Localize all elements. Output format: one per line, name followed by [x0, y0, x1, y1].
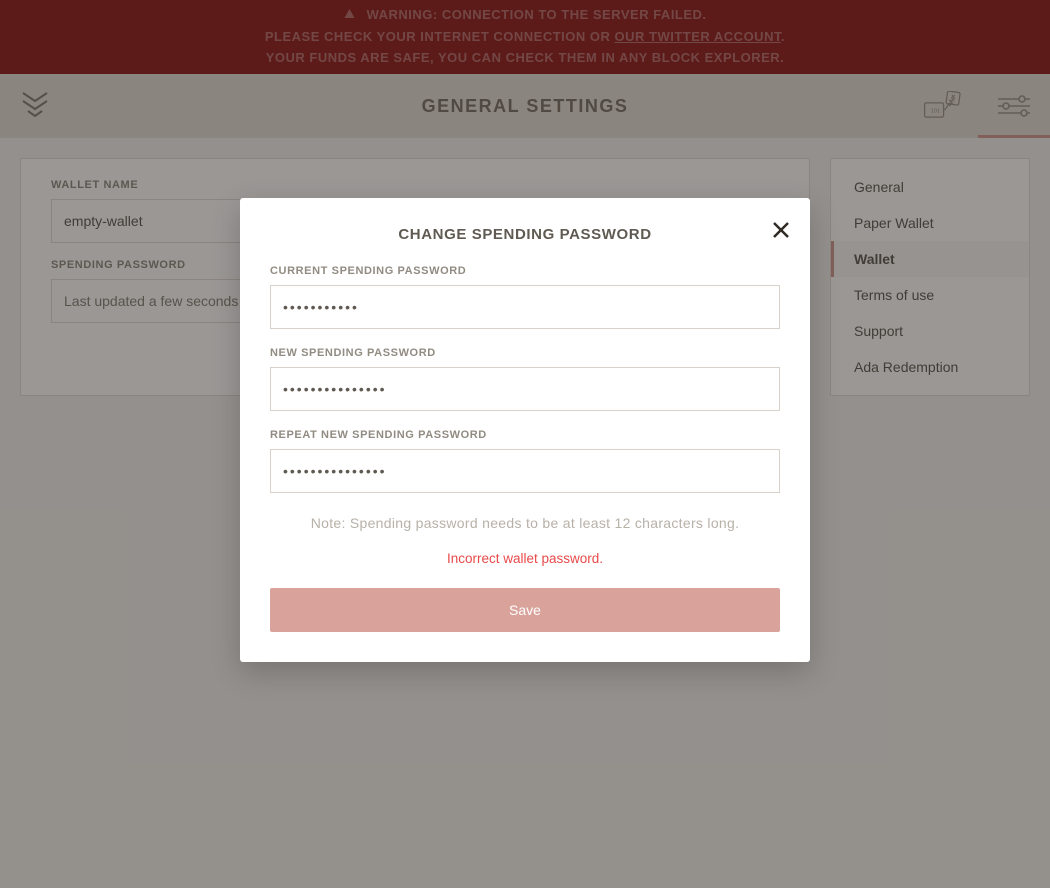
new-password-label: NEW SPENDING PASSWORD: [270, 347, 780, 359]
repeat-password-label: REPEAT NEW SPENDING PASSWORD: [270, 429, 780, 441]
new-password-input[interactable]: [270, 367, 780, 411]
change-spending-password-modal: CHANGE SPENDING PASSWORD CURRENT SPENDIN…: [240, 198, 810, 662]
close-icon[interactable]: [772, 220, 790, 244]
current-password-input[interactable]: [270, 285, 780, 329]
incorrect-password-error: Incorrect wallet password.: [270, 551, 780, 566]
repeat-password-input[interactable]: [270, 449, 780, 493]
modal-overlay[interactable]: CHANGE SPENDING PASSWORD CURRENT SPENDIN…: [0, 0, 1050, 888]
save-button[interactable]: Save: [270, 588, 780, 632]
password-length-note: Note: Spending password needs to be at l…: [270, 515, 780, 531]
current-password-label: CURRENT SPENDING PASSWORD: [270, 265, 780, 277]
modal-title: CHANGE SPENDING PASSWORD: [270, 226, 780, 243]
